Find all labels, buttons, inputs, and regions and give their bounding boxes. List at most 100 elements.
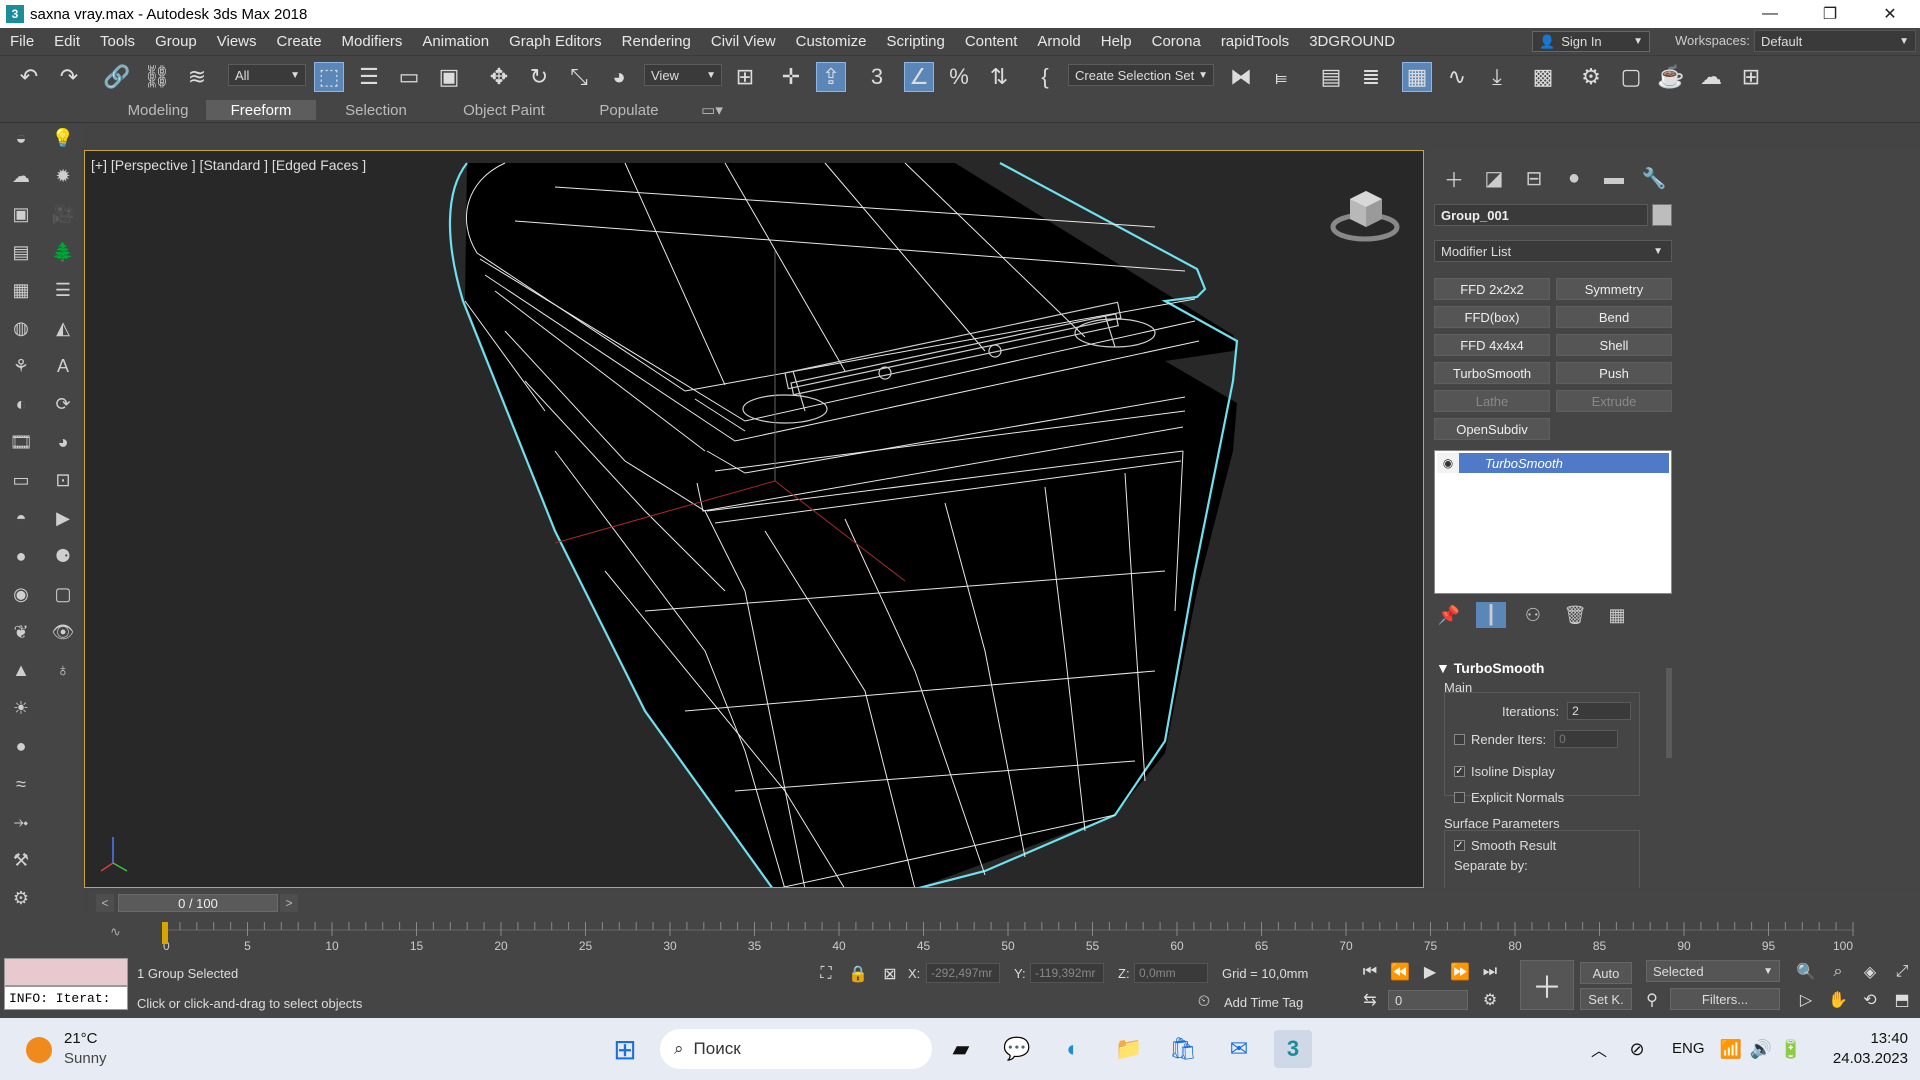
key-filter-icon[interactable]: ⚲: [1638, 988, 1666, 1012]
tree-icon[interactable]: 🌲: [50, 239, 76, 265]
placement-icon[interactable]: ◕: [604, 62, 634, 92]
current-frame-marker[interactable]: [162, 922, 168, 944]
configure-sets-icon[interactable]: ▦: [1602, 602, 1632, 628]
zoom-extents-icon[interactable]: ◈: [1856, 960, 1884, 984]
network-off-icon[interactable]: ⊘: [1618, 1030, 1656, 1068]
menu-rendering[interactable]: Rendering: [612, 28, 701, 55]
key-mode-icon[interactable]: ⇆: [1356, 988, 1384, 1012]
sign-in-dropdown[interactable]: 👤 Sign In ▼: [1532, 31, 1650, 52]
render-iters-spinner[interactable]: 0: [1554, 730, 1619, 748]
task-view-icon[interactable]: ▰: [942, 1030, 980, 1068]
modifier-button-ffd-4x4x4[interactable]: FFD 4x4x4: [1434, 334, 1550, 356]
select-by-name-icon[interactable]: ☰: [354, 62, 384, 92]
undo-icon[interactable]: ↶: [14, 62, 44, 92]
modifier-button-push[interactable]: Push: [1556, 362, 1672, 384]
ref-coord-dropdown[interactable]: View ▼: [644, 64, 722, 86]
align-icon[interactable]: ⫢: [1266, 62, 1296, 92]
modifier-stack[interactable]: ◉ TurboSmooth: [1434, 450, 1672, 594]
render-cloud-icon[interactable]: ☁: [1696, 62, 1726, 92]
menu-content[interactable]: Content: [955, 28, 1028, 55]
auto-key-button[interactable]: Auto: [1580, 962, 1632, 984]
tab-selection[interactable]: Selection: [326, 100, 426, 120]
modifier-button-bend[interactable]: Bend: [1556, 306, 1672, 328]
pan-icon[interactable]: ✋: [1824, 988, 1852, 1012]
modifier-list-dropdown[interactable]: Modifier List ▼: [1434, 240, 1672, 262]
hair-icon[interactable]: ≈: [8, 771, 34, 797]
absolute-mode-icon[interactable]: ⊠: [876, 962, 904, 986]
menu-tools[interactable]: Tools: [90, 28, 145, 55]
3dsmax-taskbar-icon[interactable]: 3: [1274, 1030, 1312, 1068]
restore-button[interactable]: ❐: [1800, 0, 1860, 28]
curve-editor-icon[interactable]: ∿: [1442, 62, 1472, 92]
eye-icon[interactable]: ◉: [1437, 453, 1459, 473]
stack-item-turbosmooth[interactable]: ◉ TurboSmooth: [1437, 453, 1669, 473]
dome-icon[interactable]: ◉: [8, 581, 34, 607]
perspective-viewport[interactable]: [+] [Perspective ] [Standard ] [Edged Fa…: [84, 150, 1424, 888]
box-icon[interactable]: ▭: [8, 467, 34, 493]
menu-file[interactable]: File: [0, 28, 44, 55]
vector-icon[interactable]: ⤞: [8, 809, 34, 835]
smooth-result-checkbox[interactable]: ✓: [1454, 840, 1465, 851]
disc-icon[interactable]: ◓: [8, 505, 34, 531]
globe-icon[interactable]: ◕: [50, 429, 76, 455]
create-tab-icon[interactable]: ＋: [1434, 164, 1474, 192]
viewport-canvas[interactable]: [85, 151, 1424, 888]
viewcube-icon[interactable]: [1330, 183, 1400, 247]
modifier-button-ffd-box-[interactable]: FFD(box): [1434, 306, 1550, 328]
menu-scripting[interactable]: Scripting: [876, 28, 954, 55]
hierarchy-tab-icon[interactable]: ⊟: [1514, 164, 1554, 192]
menu-civil-view[interactable]: Civil View: [701, 28, 786, 55]
play-icon[interactable]: ▶: [1416, 960, 1444, 984]
snaps-toggle-icon[interactable]: 3: [862, 62, 892, 92]
menu-corona[interactable]: Corona: [1142, 28, 1211, 55]
named-selection-dropdown[interactable]: Create Selection Set ▼: [1068, 64, 1214, 86]
list-icon[interactable]: ☰: [50, 277, 76, 303]
create-shape-icon[interactable]: ◒: [8, 125, 34, 151]
taskbar-search[interactable]: ⌕ Поиск: [660, 1029, 932, 1069]
tab-object-paint[interactable]: Object Paint: [446, 100, 562, 120]
sunlight-icon[interactable]: ☀: [8, 695, 34, 721]
menu-3dground[interactable]: 3DGROUND: [1299, 28, 1405, 55]
cone-icon[interactable]: ▲: [8, 657, 34, 683]
render-setup-icon[interactable]: ⚙: [1576, 62, 1606, 92]
grid-icon[interactable]: ▦: [8, 277, 34, 303]
language-indicator[interactable]: ENG: [1672, 1040, 1705, 1057]
close-button[interactable]: ✕: [1860, 0, 1920, 28]
modifier-button-lathe[interactable]: Lathe: [1434, 390, 1550, 412]
percent-snap-icon[interactable]: %: [944, 62, 974, 92]
menu-customize[interactable]: Customize: [786, 28, 877, 55]
y-coord-field[interactable]: -119,392mr: [1030, 963, 1104, 983]
bind-spacewarp-icon[interactable]: ≋: [182, 62, 212, 92]
zoom-icon[interactable]: 🔍: [1792, 960, 1820, 984]
settings-icon[interactable]: ⚙: [8, 885, 34, 911]
frame-icon[interactable]: ▢: [50, 581, 76, 607]
move-icon[interactable]: ✥: [484, 62, 514, 92]
time-slider-thumb[interactable]: 0 / 100: [118, 894, 278, 912]
mirror-icon[interactable]: ⧓: [1226, 62, 1256, 92]
modifier-button-ffd-2x2x2[interactable]: FFD 2x2x2: [1434, 278, 1550, 300]
window-crossing-icon[interactable]: ▣: [434, 62, 464, 92]
curve-mini-icon[interactable]: ∿: [110, 924, 121, 940]
menu-group[interactable]: Group: [145, 28, 207, 55]
iterations-spinner[interactable]: 2: [1567, 702, 1632, 720]
previous-frame-icon[interactable]: ⏪: [1386, 960, 1414, 984]
text-icon[interactable]: A: [50, 353, 76, 379]
x-coord-field[interactable]: -292,497mr: [926, 963, 1000, 983]
tab-populate[interactable]: Populate: [584, 100, 674, 120]
file-explorer-icon[interactable]: 📁: [1110, 1030, 1148, 1068]
link-icon[interactable]: 🔗: [102, 62, 132, 92]
play-box-icon[interactable]: ▶: [50, 505, 76, 531]
minimize-button[interactable]: —: [1740, 0, 1800, 28]
track-bar[interactable]: ∿ 0 5 10 15 20 25 30 35 40 45 50 55 60 65 70 75 80 85 90 95…: [0, 914, 1920, 954]
clock-date[interactable]: 24.03.2023: [1824, 1050, 1908, 1067]
lock-selection-icon[interactable]: 🔒: [844, 962, 872, 986]
menu-arnold[interactable]: Arnold: [1027, 28, 1090, 55]
select-manipulate-icon[interactable]: ✛: [776, 62, 806, 92]
modifier-button-shell[interactable]: Shell: [1556, 334, 1672, 356]
material-icon[interactable]: ◍: [8, 315, 34, 341]
helper-icon[interactable]: ◭: [50, 315, 76, 341]
time-slider[interactable]: < 0 / 100 >: [88, 892, 1920, 914]
chevron-up-icon[interactable]: ︿: [1580, 1030, 1618, 1068]
scene-explorer-icon[interactable]: ▤: [1316, 62, 1346, 92]
current-frame-field[interactable]: 0: [1388, 990, 1468, 1010]
